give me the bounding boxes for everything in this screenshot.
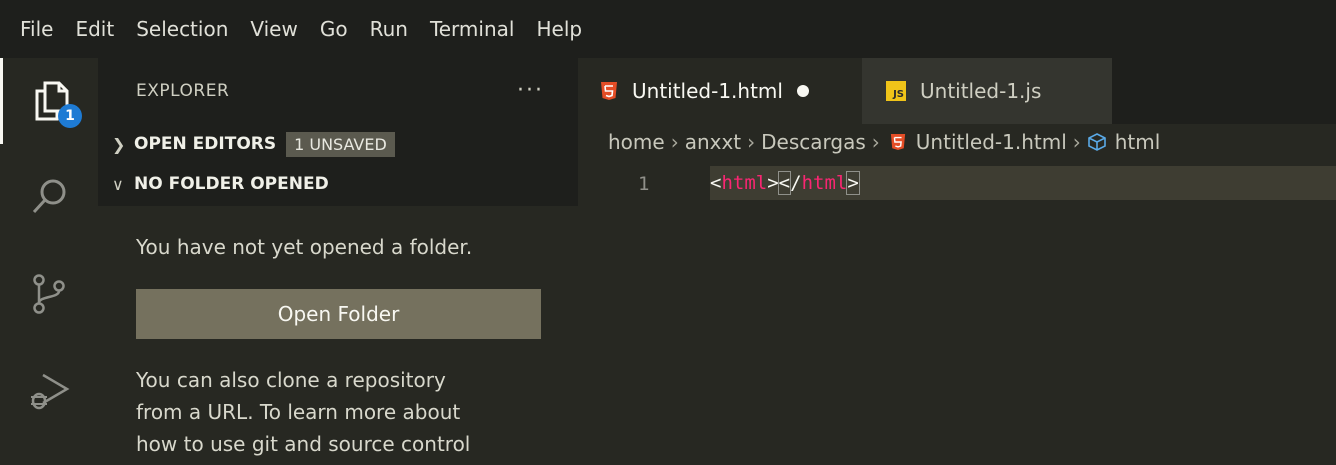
unsaved-badge: 1 UNSAVED — [286, 131, 395, 157]
source-control-activity-button[interactable] — [0, 251, 98, 337]
open-editors-label: OPEN EDITORS — [134, 134, 277, 154]
menu-help[interactable]: Help — [526, 0, 594, 58]
menu-edit[interactable]: Edit — [65, 0, 126, 58]
breadcrumb: home › anxxt › Descargas › Untitled-1.ht… — [608, 130, 1160, 154]
js-icon: JS — [886, 81, 906, 101]
tab-label: Untitled-1.js — [920, 79, 1042, 103]
breadcrumb-item-home[interactable]: home — [608, 130, 665, 154]
menu-selection[interactable]: Selection — [126, 0, 240, 58]
explorer-badge: 1 — [58, 104, 82, 128]
run-debug-icon — [31, 373, 70, 410]
search-icon — [32, 179, 66, 214]
unsaved-dot-icon[interactable] — [796, 85, 809, 97]
tab-label: Untitled-1.html — [632, 79, 783, 103]
code-line[interactable]: <html></html> — [710, 168, 860, 198]
menu-go[interactable]: Go — [310, 0, 360, 58]
menu-file[interactable]: File — [10, 0, 65, 58]
breadcrumb-item-anxxt[interactable]: anxxt — [685, 130, 741, 154]
chevron-right-icon: › — [1072, 130, 1081, 154]
menu-bar: File Edit Selection View Go Run Terminal… — [0, 0, 1336, 58]
search-activity-button[interactable] — [0, 154, 98, 240]
code-token: > — [767, 172, 779, 194]
no-folder-label: NO FOLDER OPENED — [134, 174, 329, 194]
tab-untitled-html[interactable]: Untitled-1.html — [578, 58, 862, 124]
code-token: > — [846, 171, 860, 195]
code-token: html — [801, 172, 848, 194]
chevron-right-icon: › — [871, 130, 880, 154]
breadcrumb-item-html[interactable]: html — [1115, 130, 1161, 154]
more-actions-button[interactable]: ··· — [517, 58, 544, 124]
menu-view[interactable]: View — [240, 0, 309, 58]
explorer-activity-button[interactable]: 1 — [0, 58, 98, 144]
no-folder-message: You have not yet opened a folder. — [136, 235, 473, 259]
chevron-right-icon: ❯ — [112, 134, 126, 154]
run-debug-activity-button[interactable] — [0, 348, 98, 434]
explorer-title: EXPLORER — [136, 81, 230, 101]
code-token: < — [710, 172, 722, 194]
explorer-sidebar: EXPLORER ··· ❯ OPEN EDITORS 1 UNSAVED ∨ … — [98, 58, 578, 465]
tab-bar: Untitled-1.html JS Untitled-1.js — [578, 58, 1336, 124]
code-token: < — [777, 171, 792, 195]
no-folder-section[interactable]: ∨ NO FOLDER OPENED — [98, 164, 578, 204]
clone-message-line-1: You can also clone a repository — [136, 368, 446, 392]
clone-message-line-3: how to use git and source control — [136, 432, 471, 456]
chevron-right-icon: › — [747, 130, 756, 154]
menu-run[interactable]: Run — [360, 0, 420, 58]
code-token: / — [790, 172, 802, 194]
breadcrumb-item-file[interactable]: Untitled-1.html — [916, 130, 1067, 154]
symbol-element-icon — [1087, 133, 1106, 151]
activity-bar: 1 — [0, 58, 98, 465]
open-editors-section[interactable]: ❯ OPEN EDITORS 1 UNSAVED — [98, 124, 578, 164]
chevron-right-icon: › — [670, 130, 679, 154]
editor-area: Untitled-1.html JS Untitled-1.js home › … — [578, 58, 1336, 465]
breadcrumb-item-descargas[interactable]: Descargas — [761, 130, 866, 154]
source-control-icon — [33, 274, 65, 314]
html5-icon — [601, 82, 617, 100]
code-token: html — [721, 172, 768, 194]
open-folder-button[interactable]: Open Folder — [136, 289, 541, 339]
html5-icon — [890, 134, 905, 150]
clone-message-line-2: from a URL. To learn more about — [136, 400, 461, 424]
tab-untitled-js[interactable]: JS Untitled-1.js — [862, 58, 1112, 124]
line-number: 1 — [638, 173, 650, 195]
menu-terminal[interactable]: Terminal — [420, 0, 527, 58]
chevron-down-icon: ∨ — [112, 174, 124, 194]
